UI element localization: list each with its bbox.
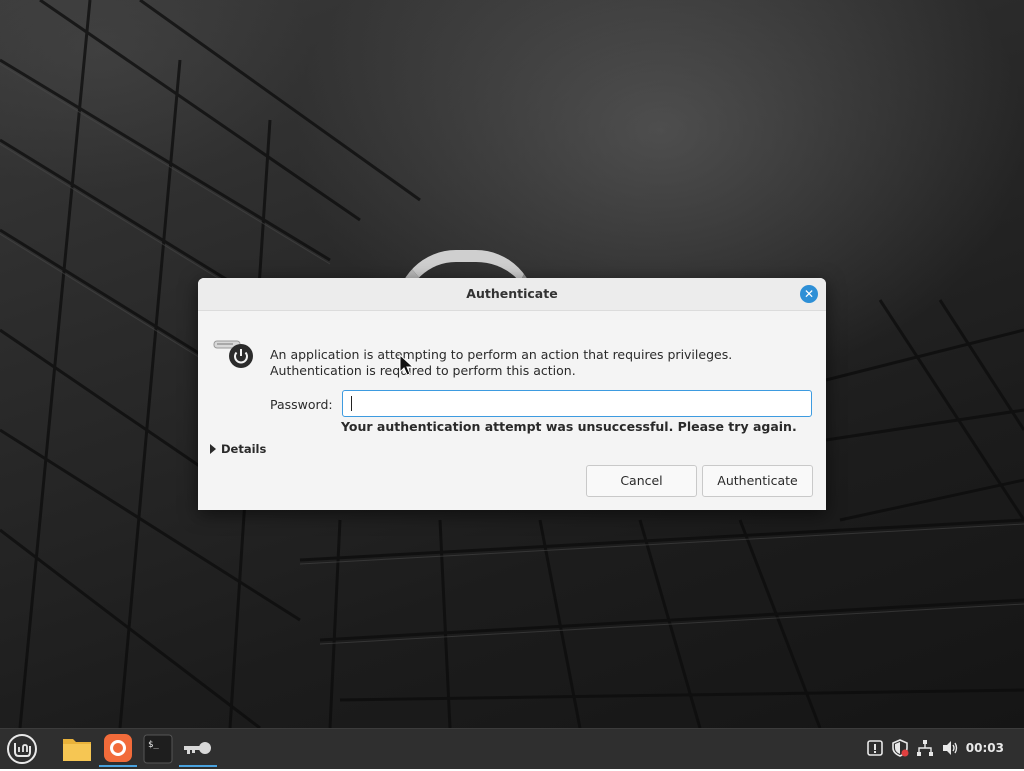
terminal-icon: $_ <box>143 734 173 764</box>
taskbar-firefox[interactable] <box>99 731 137 767</box>
svg-text:$_: $_ <box>148 740 159 750</box>
keys-icon <box>184 742 211 754</box>
shield-update-icon[interactable] <box>891 739 909 757</box>
details-expander[interactable]: Details <box>210 442 266 456</box>
taskbar-keys[interactable] <box>179 731 217 767</box>
firefox-icon <box>104 734 132 762</box>
password-input[interactable] <box>342 390 812 417</box>
dialog-title: Authenticate <box>466 286 558 301</box>
cancel-button[interactable]: Cancel <box>586 465 697 497</box>
volume-icon[interactable] <box>941 739 959 757</box>
clock[interactable]: 00:03 <box>966 741 1004 755</box>
details-label: Details <box>221 442 267 456</box>
linux-mint-menu-icon <box>7 734 37 764</box>
mouse-cursor-icon <box>399 354 415 376</box>
files-icon <box>63 739 91 761</box>
expander-triangle-icon <box>210 444 216 454</box>
taskbar-files[interactable] <box>58 731 96 767</box>
taskbar: $_ 00:03 <box>0 728 1024 769</box>
key-power-icon <box>213 340 253 368</box>
text-caret <box>351 396 352 411</box>
privilege-message: An application is attempting to perform … <box>270 347 733 378</box>
authenticate-dialog: Authenticate ✕ An application is attempt… <box>198 278 826 510</box>
dialog-titlebar[interactable]: Authenticate ✕ <box>198 278 826 311</box>
error-message: Your authentication attempt was unsucces… <box>341 419 797 434</box>
authenticate-button[interactable]: Authenticate <box>702 465 813 497</box>
close-icon: ✕ <box>803 287 815 301</box>
network-icon[interactable] <box>916 739 934 757</box>
password-label: Password: <box>270 397 333 412</box>
taskbar-terminal[interactable]: $_ <box>139 731 177 767</box>
close-button[interactable]: ✕ <box>800 285 818 303</box>
notification-icon[interactable] <box>866 739 884 757</box>
menu-button[interactable] <box>4 731 40 767</box>
